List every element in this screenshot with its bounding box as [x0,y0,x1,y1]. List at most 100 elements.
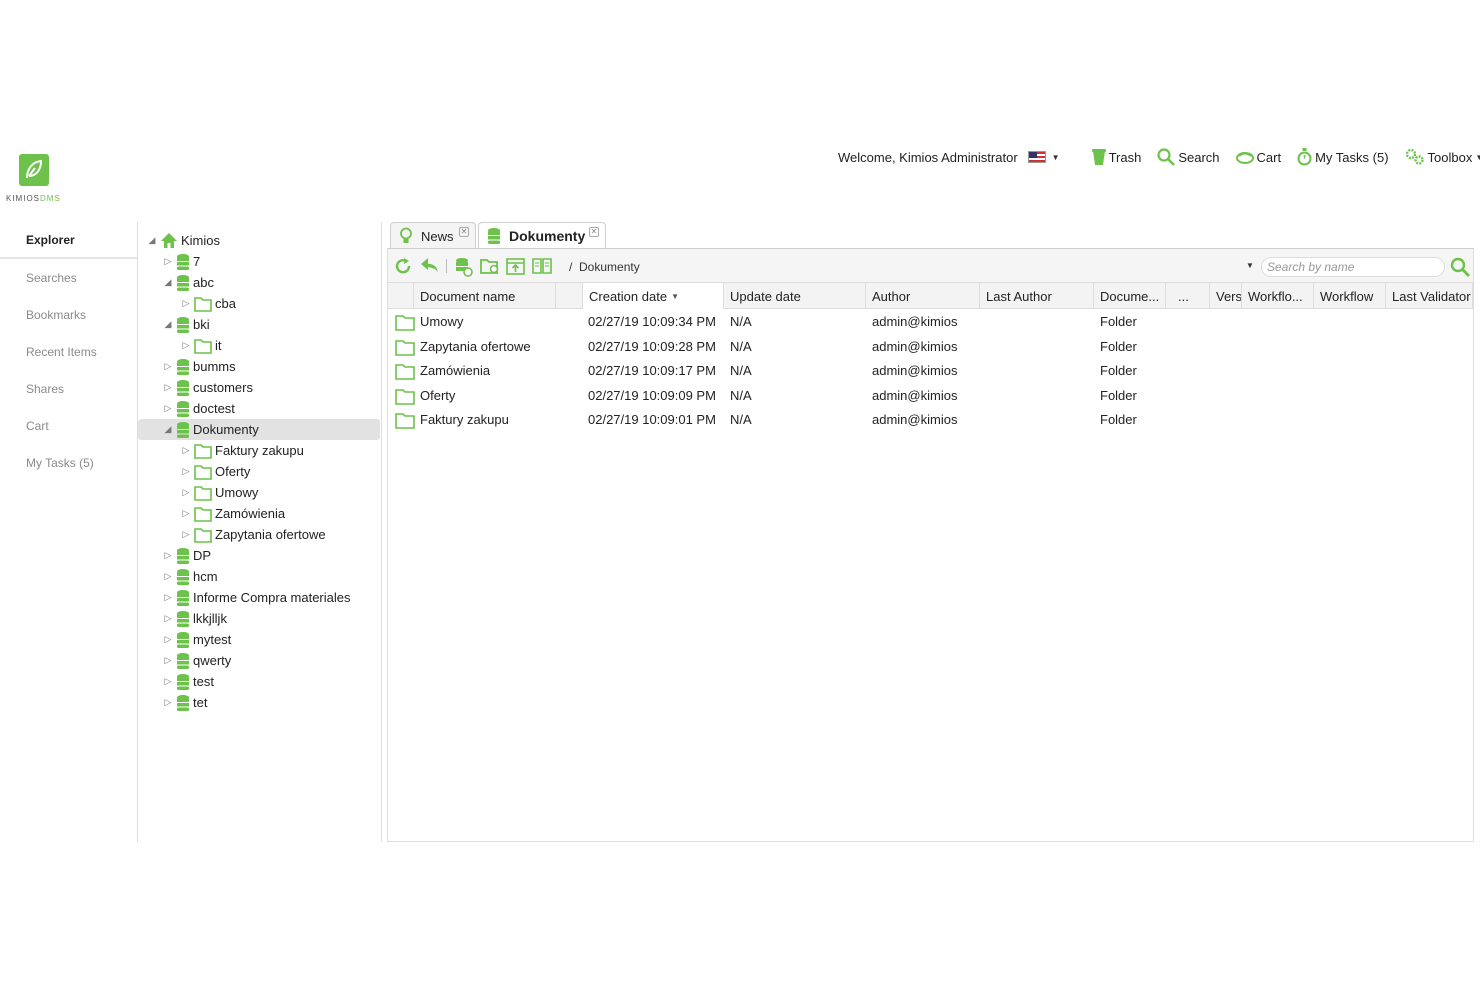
column-document-type[interactable]: Docume... [1094,283,1166,309]
nav-explorer[interactable]: Explorer [0,222,137,259]
table-row[interactable]: Oferty 02/27/19 10:09:09 PM N/A admin@kimio… [388,384,1473,408]
expand-toggle-icon[interactable]: ▷ [180,508,192,519]
expand-toggle-icon[interactable]: ▷ [162,571,174,582]
tree-item[interactable]: ▷ test [162,671,214,692]
welcome-text: Welcome, Kimios Administrator [838,149,1018,165]
expand-toggle-icon[interactable]: ▷ [162,613,174,624]
search-by-name-input[interactable] [1261,257,1445,277]
expand-toggle-icon[interactable]: ▷ [162,655,174,666]
nav-shares[interactable]: Shares [0,370,137,407]
expand-toggle-icon[interactable]: ▷ [162,676,174,687]
cart-button[interactable]: Cart [1235,150,1281,165]
tree-item[interactable]: ◢ bki [162,314,210,335]
expand-toggle-icon[interactable]: ▷ [162,697,174,708]
column-document-name[interactable]: Document name [414,283,556,309]
tree-item[interactable]: ◢ Dokumenty [138,419,380,440]
tree-item[interactable]: ▷ Oferty [180,461,250,482]
collapse-toggle-icon[interactable]: ◢ [162,424,174,435]
collapse-toggle-icon[interactable]: ◢ [162,277,174,288]
search-options-caret-icon[interactable]: ▼ [1246,261,1254,270]
column-workflow-status[interactable]: Workflo... [1242,283,1314,309]
my-tasks-button[interactable]: My Tasks (5) [1297,148,1389,166]
column-workflow[interactable]: Workflow [1314,283,1386,309]
upload-document-icon[interactable] [506,257,526,275]
tree-item[interactable]: ▷ tet [162,692,207,713]
bulb-icon [400,227,412,243]
tree-item[interactable]: ▷ Informe Compra materiales [162,587,351,608]
expand-toggle-icon[interactable]: ▷ [180,445,192,456]
expand-toggle-icon[interactable]: ▷ [180,298,192,309]
explorer-tree: ◢ Kimios ▷ 7 ◢ abc ▷ cba ◢ bki ▷ it ▷ bumms ▷ customers… [138,222,382,842]
tree-item[interactable]: ▷ Umowy [180,482,258,503]
column-update-date[interactable]: Update date [724,283,866,309]
trash-label: Trash [1108,149,1142,165]
tree-item[interactable]: ▷ bumms [162,356,236,377]
collapse-toggle-icon[interactable]: ◢ [162,319,174,330]
tree-item-label: test [193,674,214,689]
new-workspace-icon[interactable] [455,257,473,277]
tree-item[interactable]: ▷ doctest [162,398,235,419]
breadcrumb: / Dokumenty [569,260,640,274]
column-last-author[interactable]: Last Author [980,283,1094,309]
folder-icon [194,485,212,501]
tree-item[interactable]: ▷ qwerty [162,650,231,671]
column-last-validator[interactable]: Last Validator [1386,283,1473,309]
tree-item[interactable]: ▷ Faktury zakupu [180,440,304,461]
nav-bookmarks[interactable]: Bookmarks [0,296,137,333]
table-row[interactable]: Faktury zakupu 02/27/19 10:09:01 PM N/A adm… [388,408,1473,432]
expand-toggle-icon[interactable]: ▷ [162,550,174,561]
workspace-icon [176,673,190,691]
tab-news[interactable]: News ✕ [390,222,476,249]
tree-item[interactable]: ▷ hcm [162,566,218,587]
language-caret-icon[interactable]: ▼ [1052,153,1060,162]
table-row[interactable]: Zamówienia 02/27/19 10:09:17 PM N/A admin@k… [388,359,1473,383]
tab-dokumenty[interactable]: Dokumenty ✕ [478,222,606,249]
column-version[interactable]: Vers [1210,283,1242,309]
column-author[interactable]: Author [866,283,980,309]
refresh-icon[interactable] [394,257,412,275]
column-blank[interactable] [556,283,583,309]
column-ellipsis[interactable]: ... [1166,283,1210,309]
search-submit-icon[interactable] [1450,257,1470,277]
expand-toggle-icon[interactable]: ▷ [180,340,192,351]
nav-cart[interactable]: Cart [0,407,137,444]
column-creation-date[interactable]: Creation date ▼ [583,283,724,309]
tree-item[interactable]: ▷ Zamówienia [180,503,285,524]
expand-toggle-icon[interactable]: ▷ [162,382,174,393]
expand-toggle-icon[interactable]: ▷ [162,256,174,267]
tree-item[interactable]: ▷ 7 [162,251,200,272]
tree-item[interactable]: ▷ mytest [162,629,231,650]
tree-item[interactable]: ▷ cba [180,293,236,314]
nav-searches[interactable]: Searches [0,259,137,296]
nav-recent-items[interactable]: Recent Items [0,333,137,370]
expand-toggle-icon[interactable]: ▷ [180,466,192,477]
open-book-icon[interactable] [532,257,552,275]
toolbox-button[interactable]: Toolbox ▼ [1405,148,1480,166]
toolbox-caret-icon: ▼ [1475,152,1480,162]
tree-item[interactable]: ◢ abc [162,272,214,293]
expand-toggle-icon[interactable]: ▷ [180,529,192,540]
expand-toggle-icon[interactable]: ▷ [162,634,174,645]
table-row[interactable]: Zapytania ofertowe 02/27/19 10:09:28 PM N/… [388,335,1473,359]
new-folder-icon[interactable] [480,257,500,275]
tree-item[interactable]: ▷ DP [162,545,211,566]
us-flag-icon[interactable] [1027,151,1046,163]
tree-item[interactable]: ◢ Kimios [146,230,220,251]
expand-toggle-icon[interactable]: ▷ [162,361,174,372]
back-arrow-icon[interactable] [420,257,440,273]
nav-my-tasks[interactable]: My Tasks (5) [0,444,137,481]
trash-button[interactable]: Trash [1091,148,1142,166]
table-row[interactable]: Umowy 02/27/19 10:09:34 PM N/A admin@kimios… [388,310,1473,334]
expand-toggle-icon[interactable]: ▷ [162,592,174,603]
tree-item[interactable]: ▷ Zapytania ofertowe [180,524,326,545]
collapse-toggle-icon[interactable]: ◢ [146,235,158,246]
breadcrumb-current[interactable]: Dokumenty [579,260,640,274]
close-tab-news-icon[interactable]: ✕ [459,227,469,237]
expand-toggle-icon[interactable]: ▷ [180,487,192,498]
tree-item[interactable]: ▷ lkkjlljk [162,608,227,629]
search-button[interactable]: Search [1157,148,1220,166]
tree-item[interactable]: ▷ customers [162,377,253,398]
close-tab-dokumenty-icon[interactable]: ✕ [589,227,599,237]
expand-toggle-icon[interactable]: ▷ [162,403,174,414]
tree-item[interactable]: ▷ it [180,335,222,356]
